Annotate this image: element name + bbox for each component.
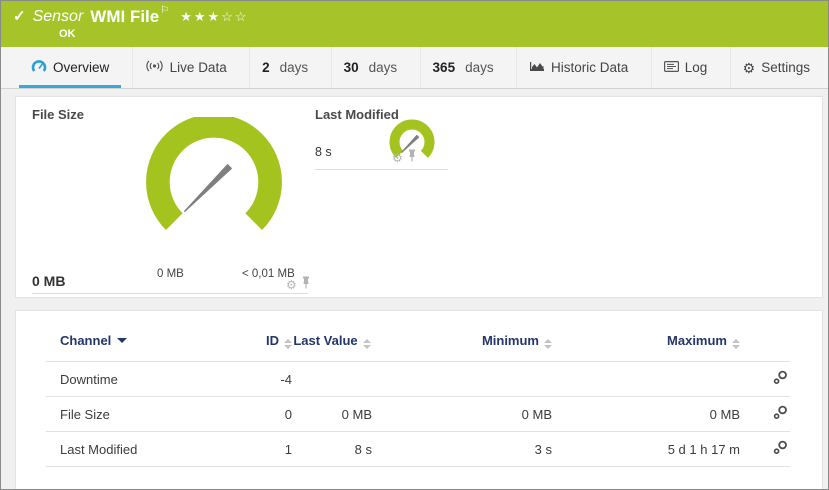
tab-label: days xyxy=(279,60,309,75)
channel-name: Downtime xyxy=(60,371,118,387)
log-icon xyxy=(663,60,679,75)
last-modified-gauge-controls: ⚙ xyxy=(392,149,417,167)
sort-icon xyxy=(732,339,740,349)
pin-icon[interactable] xyxy=(407,149,417,167)
flag-icon[interactable]: ⚐ xyxy=(160,1,169,21)
gauge-settings-icon[interactable]: ⚙ xyxy=(392,152,403,164)
tab-log[interactable]: Log xyxy=(650,47,720,88)
sort-desc-icon xyxy=(117,338,128,343)
gear-icon: ⚙ xyxy=(742,59,756,76)
tab-30-days[interactable]: 30 days xyxy=(330,47,410,88)
tab-value: 30 xyxy=(343,60,359,75)
channel-id: 1 xyxy=(284,441,292,457)
table-row: Last Modified 1 8 s 3 s 5 d 1 h 17 m xyxy=(46,431,790,467)
file-size-value: 0 MB xyxy=(32,273,66,289)
tab-label: days xyxy=(368,60,398,75)
channel-last-value xyxy=(292,362,372,397)
channels-panel: Channel ID Last Value Minimum Maximum Do… xyxy=(15,310,823,489)
gauges-panel: File Size 0 MB < 0,01 MB 0 MB ⚙ Last Mod… xyxy=(15,96,823,298)
column-label: Minimum xyxy=(481,333,539,348)
column-label: Last Value xyxy=(293,333,358,348)
tab-label: Overview xyxy=(53,60,110,75)
column-label: ID xyxy=(266,333,279,348)
column-label: Channel xyxy=(60,333,112,348)
tab-historic-data[interactable]: Historic Data xyxy=(516,47,640,88)
priority-stars[interactable]: ★★★☆☆ xyxy=(180,7,248,27)
channel-settings-icon[interactable] xyxy=(773,370,788,388)
tab-label: Settings xyxy=(761,60,810,75)
tab-label: Historic Data xyxy=(551,60,629,75)
stars-filled: ★★★ xyxy=(180,9,222,24)
last-modified-value: 8 s xyxy=(315,145,332,159)
status-text: OK xyxy=(59,28,76,40)
channel-maximum xyxy=(552,362,740,397)
channel-settings-icon[interactable] xyxy=(773,440,788,458)
pin-icon[interactable] xyxy=(301,276,311,294)
channel-name: File Size xyxy=(60,406,110,422)
sensor-page: ✓ Sensor WMI File ⚐ ★★★☆☆ OK Overview Li… xyxy=(0,0,829,490)
status-ok-check-icon: ✓ xyxy=(13,8,26,25)
divider xyxy=(32,293,308,294)
gauge-scale-min: 0 MB xyxy=(157,268,184,280)
channel-last-value: 8 s xyxy=(354,441,372,457)
tab-label: Live Data xyxy=(169,60,227,75)
gauge-title-file-size: File Size xyxy=(32,107,85,122)
file-size-gauge xyxy=(134,114,294,250)
tab-overview[interactable]: Overview xyxy=(19,47,122,88)
sort-icon xyxy=(362,339,371,349)
tab-label: days xyxy=(465,60,494,75)
column-header-id[interactable]: ID xyxy=(234,333,292,362)
column-label: Maximum xyxy=(667,333,727,348)
channel-id: -4 xyxy=(280,371,292,387)
channel-minimum: 0 MB xyxy=(521,406,552,422)
column-header-maximum[interactable]: Maximum xyxy=(552,333,740,362)
file-size-gauge-controls: ⚙ xyxy=(286,276,311,294)
channel-table: Channel ID Last Value Minimum Maximum Do… xyxy=(46,333,790,467)
tab-365-days[interactable]: 365 days xyxy=(419,47,506,88)
historic-data-icon xyxy=(529,60,545,75)
column-header-last-value[interactable]: Last Value xyxy=(292,333,372,362)
column-header-minimum[interactable]: Minimum xyxy=(372,333,552,362)
table-row: File Size 0 0 MB 0 MB 0 MB xyxy=(46,396,790,432)
tab-2-days[interactable]: 2 days xyxy=(249,47,320,88)
channel-id: 0 xyxy=(284,406,292,422)
tab-bar: Overview Live Data 2 days 30 days 365 da… xyxy=(1,47,828,89)
tab-settings[interactable]: ⚙ Settings xyxy=(729,47,822,88)
live-data-icon xyxy=(145,60,164,75)
channel-name: Last Modified xyxy=(60,441,138,457)
column-header-actions xyxy=(740,333,790,362)
stars-empty: ☆☆ xyxy=(221,9,249,24)
sensor-header: ✓ Sensor WMI File ⚐ ★★★☆☆ OK xyxy=(1,1,828,47)
gauge-icon xyxy=(31,59,47,76)
channel-maximum: 5 d 1 h 17 m xyxy=(667,441,740,457)
channel-last-value: 0 MB xyxy=(341,406,372,422)
column-header-channel[interactable]: Channel xyxy=(46,333,234,362)
tab-value: 365 xyxy=(432,60,456,75)
sensor-name: WMI File xyxy=(90,7,160,26)
table-header-row: Channel ID Last Value Minimum Maximum xyxy=(46,333,790,362)
gauge-settings-icon[interactable]: ⚙ xyxy=(286,279,297,291)
divider xyxy=(315,169,448,170)
tab-label: Log xyxy=(684,60,708,75)
tab-value: 2 xyxy=(262,60,270,75)
channel-minimum: 3 s xyxy=(534,441,552,457)
channel-maximum: 0 MB xyxy=(709,406,740,422)
channel-settings-icon[interactable] xyxy=(773,405,788,423)
tab-live-data[interactable]: Live Data xyxy=(131,47,239,88)
table-row: Downtime -4 xyxy=(46,361,790,397)
channel-minimum xyxy=(372,362,552,397)
sort-icon xyxy=(544,339,552,349)
sort-icon xyxy=(284,339,292,349)
sensor-type-label: Sensor xyxy=(32,8,84,25)
